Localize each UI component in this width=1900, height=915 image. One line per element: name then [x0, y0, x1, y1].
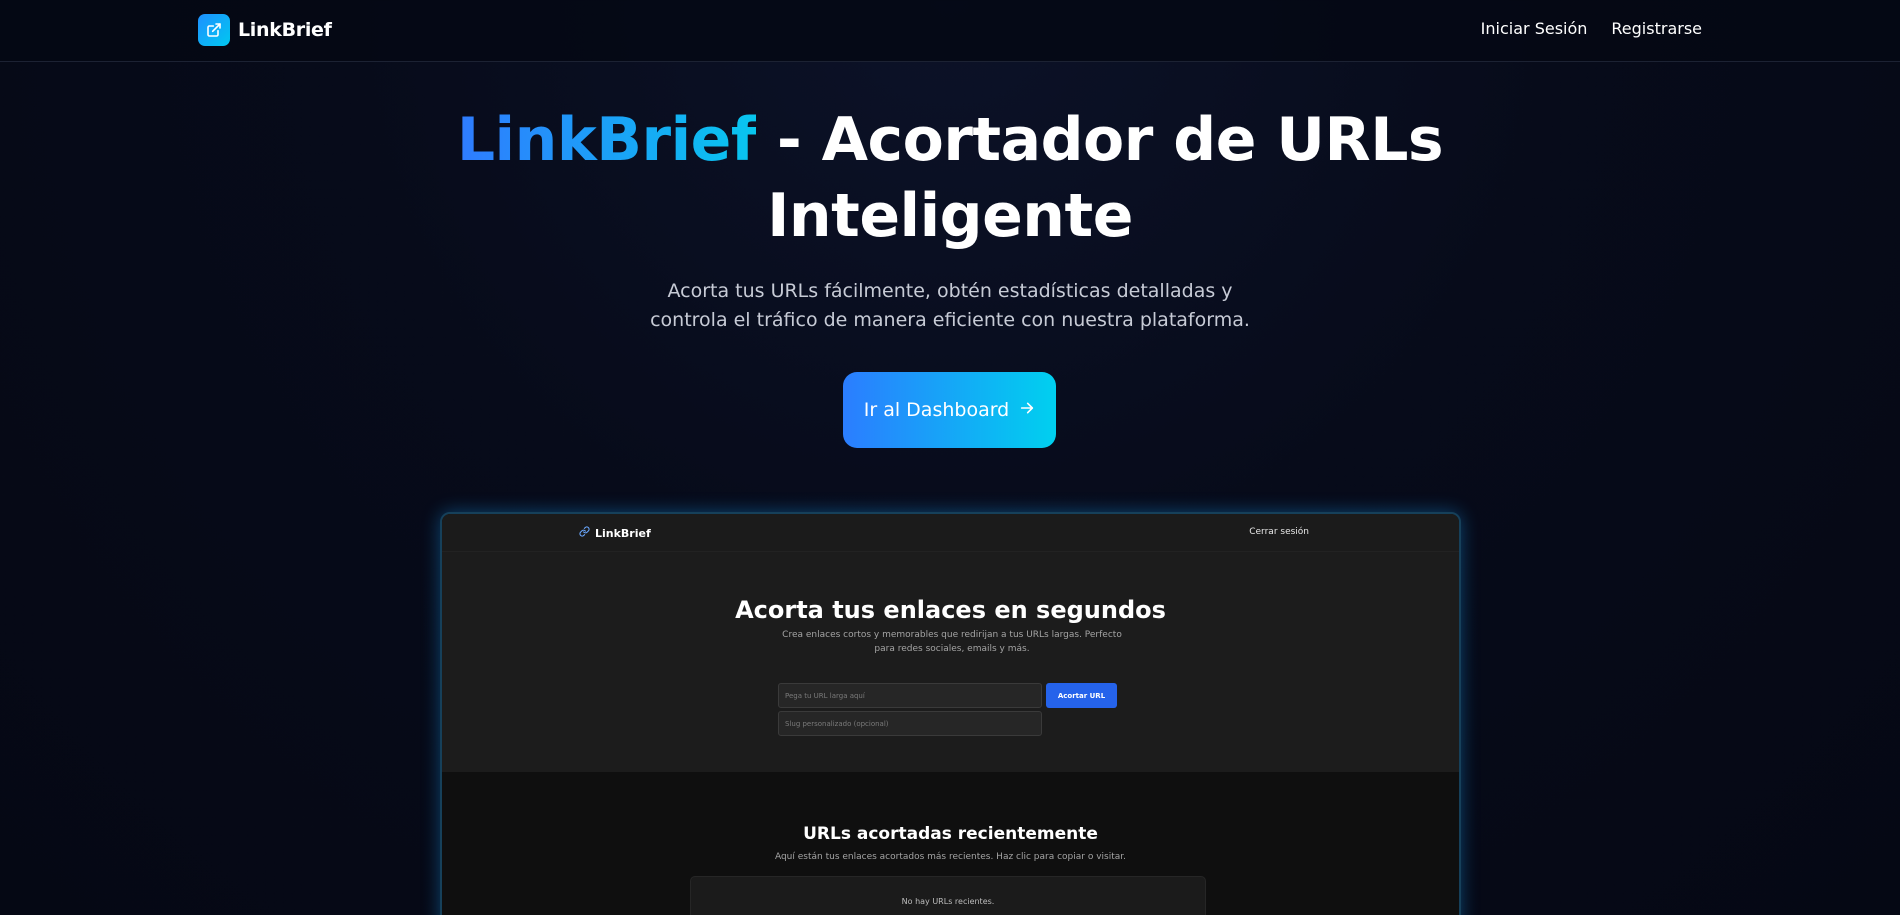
preview-empty-message: No hay URLs recientes. — [901, 897, 995, 906]
preview-brand-name: LinkBrief — [595, 526, 651, 540]
dashboard-button[interactable]: Ir al Dashboard — [843, 372, 1056, 448]
hero-title: LinkBrief - Acortador de URLs Inteligent… — [0, 102, 1900, 254]
preview-logout-button[interactable]: Cerrar sesión — [1249, 527, 1309, 537]
auth-nav: Iniciar Sesión Registrarse — [1481, 19, 1702, 38]
app-preview-screenshot: LinkBrief Cerrar sesión Acorta tus enlac… — [440, 512, 1461, 915]
preview-navbar: LinkBrief Cerrar sesión — [442, 514, 1459, 552]
arrow-right-icon — [1019, 399, 1035, 421]
preview-recent-list: No hay URLs recientes. — [690, 876, 1206, 915]
preview-shorten-section: Acorta tus enlaces en segundos Crea enla… — [442, 552, 1459, 772]
preview-title: Acorta tus enlaces en segundos — [735, 596, 1166, 624]
preview-description: Crea enlaces cortos y memorables que red… — [782, 630, 1122, 654]
preview-recent-title: URLs acortadas recientemente — [803, 824, 1098, 844]
brand-name: LinkBrief — [238, 19, 332, 41]
hero-title-brand: LinkBrief — [456, 105, 757, 175]
dashboard-button-label: Ir al Dashboard — [863, 399, 1010, 421]
hero-title-line2: Inteligente — [767, 181, 1133, 251]
top-navbar: LinkBrief Iniciar Sesión Registrarse — [0, 0, 1900, 62]
hero-title-line1: - Acortador de URLs — [756, 105, 1444, 175]
preview-recent-subtitle: Aquí están tus enlaces acortados más rec… — [774, 852, 1127, 862]
preview-shorten-button[interactable]: Acortar URL — [1046, 683, 1117, 708]
login-link[interactable]: Iniciar Sesión — [1481, 19, 1588, 38]
preview-slug-input[interactable] — [778, 711, 1042, 736]
preview-brand: LinkBrief — [579, 526, 651, 540]
register-link[interactable]: Registrarse — [1611, 19, 1702, 38]
external-link-icon — [198, 14, 230, 46]
preview-url-input[interactable] — [778, 683, 1042, 708]
hero-subtitle: Acorta tus URLs fácilmente, obtén estadí… — [650, 280, 1250, 331]
link-icon — [579, 526, 590, 540]
brand-logo[interactable]: LinkBrief — [198, 14, 332, 46]
preview-recent-section: URLs acortadas recientemente Aquí están … — [442, 772, 1459, 915]
